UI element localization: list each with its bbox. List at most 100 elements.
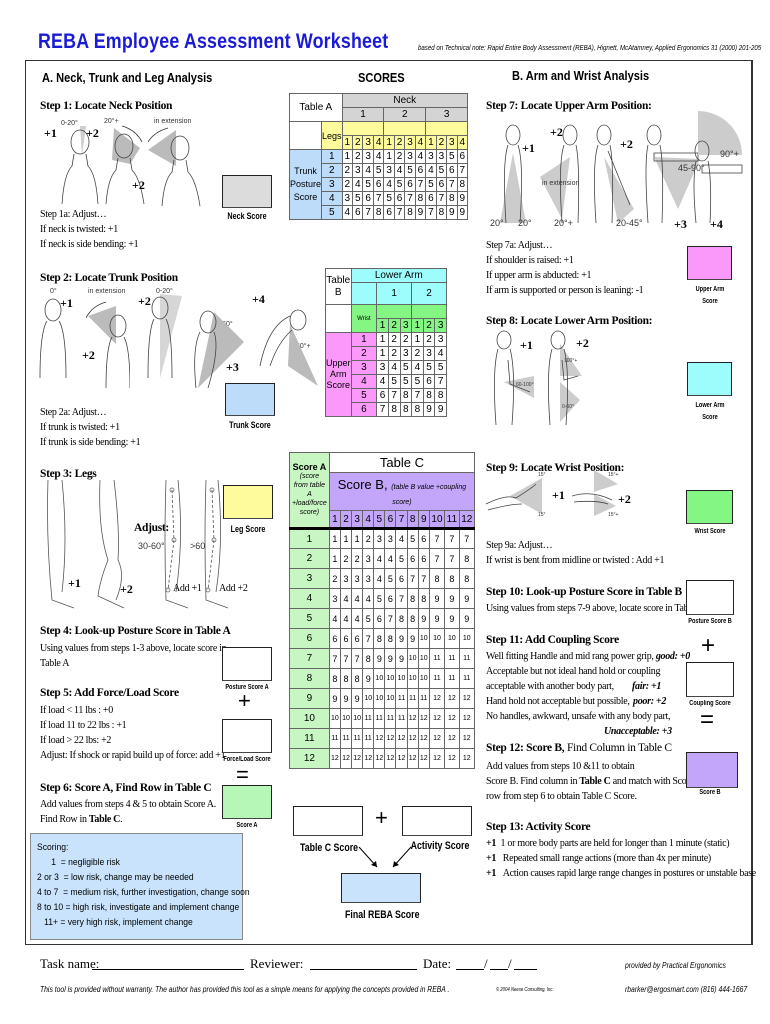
table-c-cell: 3 (339, 568, 353, 589)
table-a-trunk-value: 2 (321, 163, 343, 178)
step11-rating: fair: +1 (632, 681, 662, 692)
table-c-cell: 10 (362, 688, 375, 709)
table-a-cell: 7 (456, 163, 469, 178)
table-c-cell: 6 (417, 548, 430, 569)
activity-score-input[interactable] (402, 806, 472, 836)
table-a-trunk-value: 3 (321, 177, 343, 192)
table-c-cell: 12 (417, 728, 430, 749)
table-c-cell: 10 (339, 708, 353, 729)
table-c-cell: 9 (428, 608, 446, 629)
table-a-legs-value: 1 (341, 135, 354, 150)
table-c-cell: 7 (384, 608, 397, 629)
step10-heading: Step 10: Look-up Posture Score in Table … (486, 586, 682, 598)
table-c: Score A (score from table A +load/force s… (289, 452, 476, 769)
table-c-cell: 8 (351, 668, 364, 689)
table-c-cell: 9 (444, 608, 460, 629)
upper-arm-score-input[interactable] (687, 246, 732, 280)
table-b-cell: 5 (399, 374, 413, 389)
table-a-cell: 2 (393, 149, 406, 164)
table-c-cell: 11 (362, 728, 375, 749)
table-c-cell: 9 (395, 628, 408, 649)
table-c-cell: 12 (351, 748, 364, 769)
table-b-cell: 7 (387, 388, 401, 403)
table-c-cell: 12 (417, 748, 430, 769)
date-month-input[interactable] (456, 969, 484, 970)
table-c-cell: 8 (428, 568, 446, 589)
table-b-cell: 1 (411, 332, 424, 347)
table-c-cell: 7 (444, 528, 460, 549)
coupling-score-input[interactable] (686, 662, 734, 697)
leg-score-input[interactable] (223, 485, 273, 519)
table-a-legs-header: Legs (321, 121, 343, 150)
scoring-line: 4 to 7 = medium risk, further investigat… (37, 887, 250, 898)
table-c-score-input[interactable] (293, 806, 363, 836)
table-a-trunk-value: 1 (321, 149, 343, 164)
task-name-input[interactable] (92, 969, 244, 970)
wrist-score-input[interactable] (686, 490, 733, 524)
table-c-cell: 11 (428, 668, 446, 689)
table-b-upper-arm-value: 4 (350, 374, 378, 389)
date-day-input[interactable] (490, 969, 508, 970)
upper-arm-score-label: Upper Arm Score (695, 286, 725, 305)
score-a-input[interactable] (222, 785, 272, 819)
table-c-cell: 6 (384, 588, 397, 609)
table-c-cell: 12 (444, 748, 460, 769)
table-c-cell: 6 (339, 628, 353, 649)
table-a-row-label: Trunk Posture Score (288, 149, 323, 220)
legs-adjust-add: Add +1 (173, 583, 202, 594)
date-year-input[interactable] (514, 969, 537, 970)
neck-score-input[interactable] (222, 175, 272, 208)
table-c-cell: 11 (458, 668, 476, 689)
step2-heading: Step 2: Locate Trunk Position (40, 272, 178, 284)
step5-heading: Step 5: Add Force/Load Score (40, 687, 179, 699)
table-c-cell: 10 (406, 648, 419, 669)
activity-item: +1 Action causes rapid large range chang… (486, 868, 756, 879)
table-c-cell: 9 (458, 588, 476, 609)
neck-figures: +1 0-20° +2 20°+ +2 in extension (38, 118, 238, 206)
table-c-cell: 3 (328, 588, 341, 609)
table-a-legs-value: 4 (372, 135, 385, 150)
table-c-cell: 11 (417, 688, 430, 709)
table-c-cell: 6 (328, 628, 341, 649)
activity-item: +1 Repeated small range actions (more th… (486, 853, 711, 864)
step2a-line: If trunk is side bending: +1 (40, 437, 141, 448)
date-separator: / (484, 956, 488, 971)
force-load-score-input[interactable] (222, 719, 272, 753)
table-row: 6 6 6 6 7 8 8 9 9 10 10 10 10 (289, 628, 476, 649)
trunk-score-input[interactable] (225, 383, 275, 416)
table-a-cell: 5 (446, 149, 458, 164)
posture-score-a-input[interactable] (222, 647, 272, 681)
table-c-cell: 3 (351, 568, 364, 589)
scoring-line: 8 to 10 = high risk, investigate and imp… (37, 902, 240, 913)
table-b-upper-arm-value: 6 (350, 402, 378, 417)
step1-heading: Step 1: Locate Neck Position (40, 100, 173, 112)
upper-arm-flexion-90-plus-icon (693, 111, 743, 223)
table-a-cell: 5 (404, 163, 416, 178)
table-c-cell: 12 (339, 748, 353, 769)
neck-score-plus1: +1 (44, 126, 57, 140)
table-c-cell: 9 (373, 648, 386, 669)
table-a-cell: 6 (372, 177, 385, 192)
table-row: 8 8 8 8 9 10 10 10 10 10 11 11 11 (289, 668, 476, 689)
score-b-input[interactable] (686, 752, 738, 788)
table-b-cell: 3 (434, 332, 447, 347)
table-b-upper-arm-value: 3 (350, 360, 378, 375)
table-c-cell: 12 (406, 728, 419, 749)
table-b-cell: 5 (411, 374, 424, 389)
posture-score-b-input[interactable] (686, 580, 734, 615)
table-c-column-header: 5 (373, 510, 386, 529)
table-a-cell: 3 (362, 149, 374, 164)
trunk-severe-flexion-figure-icon (259, 309, 318, 386)
table-c-cell: 9 (362, 668, 375, 689)
lower-arm-score-label: Lower Arm Score (695, 402, 725, 421)
lower-arm-score-input[interactable] (687, 362, 732, 396)
date-separator: / (508, 956, 512, 971)
upper-arm-score-plus3: +3 (674, 217, 687, 231)
table-c-cell: 8 (458, 568, 476, 589)
table-b-cell: 6 (422, 374, 436, 389)
table-c-column-header: 10 (428, 510, 446, 529)
table-c-cell: 11 (444, 668, 460, 689)
scoring-legend: Scoring: 1 = negligible risk 2 or 3 = lo… (30, 833, 250, 940)
final-reba-score-input[interactable] (341, 873, 421, 903)
reviewer-input[interactable] (310, 969, 417, 970)
